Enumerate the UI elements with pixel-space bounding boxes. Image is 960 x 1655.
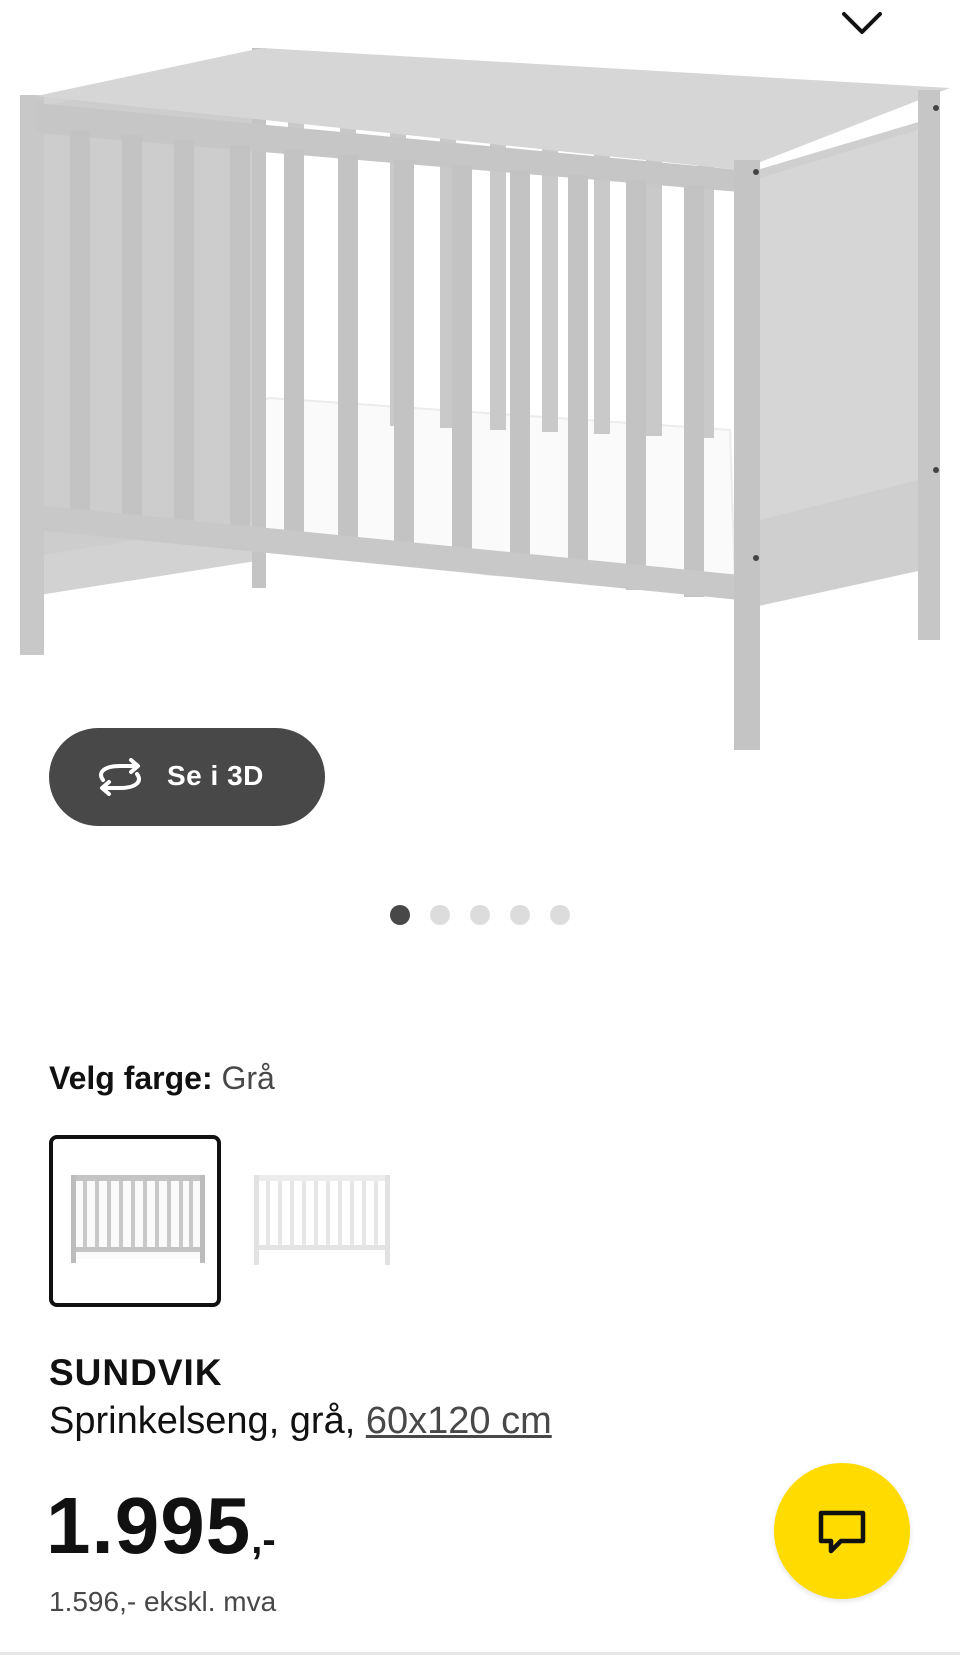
crib-thumbnail-white: [254, 1175, 390, 1265]
product-size-link[interactable]: 60x120 cm: [366, 1400, 552, 1442]
selected-color-value: Grå: [221, 1060, 275, 1096]
view-in-3d-label: Se i 3D: [167, 760, 264, 791]
product-name: SUNDVIK: [49, 1352, 223, 1393]
gallery-dot-1[interactable]: [390, 905, 410, 925]
chevron-down-icon[interactable]: [838, 4, 886, 40]
price-excl-vat: 1.596,- ekskl. mva: [49, 1586, 277, 1617]
chat-button[interactable]: [774, 1463, 910, 1599]
crib-thumbnail-grey: [71, 1175, 205, 1263]
rotate-3d-icon: [99, 758, 141, 796]
color-swatch-grey[interactable]: [49, 1135, 221, 1307]
view-in-3d-button[interactable]: Se i 3D: [49, 728, 325, 826]
price-main: 1.995: [46, 1481, 252, 1570]
color-label: Velg farge:: [49, 1060, 213, 1096]
chat-icon: [818, 1510, 866, 1554]
product-description-text: Sprinkelseng, grå,: [49, 1400, 366, 1442]
gallery-dot-4[interactable]: [510, 905, 530, 925]
product-price: 1.995,-: [46, 1480, 276, 1572]
gallery-dot-3[interactable]: [470, 905, 490, 925]
gallery-pagination: [390, 905, 570, 925]
price-suffix: ,-: [251, 1518, 276, 1562]
color-selector-heading: Velg farge: Grå: [49, 1060, 275, 1097]
gallery-dot-2[interactable]: [430, 905, 450, 925]
crib-product-image: [20, 48, 950, 750]
color-swatch-white[interactable]: [244, 1135, 416, 1307]
gallery-dot-5[interactable]: [550, 905, 570, 925]
product-image-gallery[interactable]: Se i 3D: [0, 0, 960, 960]
product-description: Sprinkelseng, grå, 60x120 cm: [49, 1400, 552, 1443]
